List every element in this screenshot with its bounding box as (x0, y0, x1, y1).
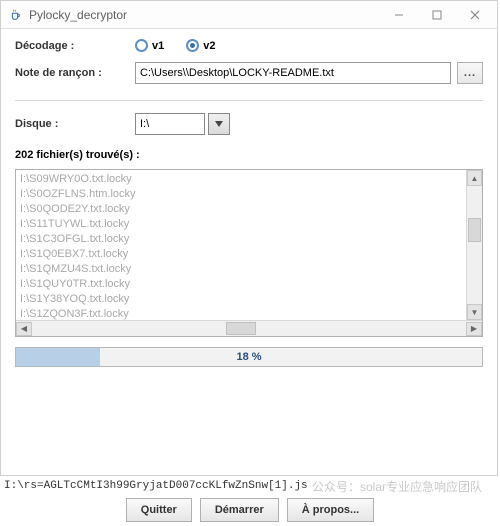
horizontal-scroll-thumb[interactable] (226, 322, 256, 335)
minimize-button[interactable] (381, 4, 417, 26)
progress-bar: 18 % (15, 347, 483, 367)
list-item[interactable]: I:\S1QUY0TR.txt.locky (20, 277, 462, 292)
progress-fill (16, 348, 100, 366)
scroll-right-button[interactable]: ▶ (466, 322, 482, 336)
window-controls (381, 4, 493, 26)
radio-v2-icon (186, 39, 199, 52)
note-path-input[interactable] (135, 62, 451, 84)
chevron-down-icon (215, 121, 223, 127)
decodage-row: Décodage : v1 v2 (15, 39, 483, 52)
separator (15, 100, 483, 101)
list-item[interactable]: I:\S1QMZU4S.txt.locky (20, 262, 462, 277)
vertical-scrollbar[interactable]: ▲ ▼ (466, 170, 482, 320)
files-listbox[interactable]: I:\S09WRY0O.txt.locky I:\S0OZFLNS.htm.lo… (15, 169, 483, 337)
list-item[interactable]: I:\S0QODE2Y.txt.locky (20, 202, 462, 217)
list-item[interactable]: I:\S0OZFLNS.htm.locky (20, 187, 462, 202)
note-label: Note de rançon : (15, 67, 135, 79)
status-line: I:\rs=AGLTcCMtI3h99GryjatD007ccKLfwZnSnw… (0, 476, 500, 496)
titlebar: Pylocky_decryptor (1, 1, 497, 29)
radio-v2-label: v2 (203, 40, 215, 52)
files-found-label: 202 fichier(s) trouvé(s) : (15, 149, 483, 161)
note-row: Note de rançon : ... (15, 62, 483, 84)
disk-combo-arrow[interactable] (208, 113, 230, 135)
window-title: Pylocky_decryptor (29, 8, 381, 22)
list-item[interactable]: I:\S11TUYWL.txt.locky (20, 217, 462, 232)
start-button[interactable]: Démarrer (200, 498, 279, 522)
files-list-content: I:\S09WRY0O.txt.locky I:\S0OZFLNS.htm.lo… (16, 170, 466, 320)
scroll-up-button[interactable]: ▲ (467, 170, 482, 186)
disk-combo[interactable]: I:\ (135, 113, 230, 135)
quit-button[interactable]: Quitter (126, 498, 192, 522)
disk-combo-value: I:\ (135, 113, 205, 135)
horizontal-scrollbar[interactable]: ◀ ▶ (16, 320, 482, 336)
list-item[interactable]: I:\S1Q0EBX7.txt.locky (20, 247, 462, 262)
close-button[interactable] (457, 4, 493, 26)
java-icon (7, 7, 23, 23)
radio-v1[interactable]: v1 (135, 39, 164, 52)
radio-v1-label: v1 (152, 40, 164, 52)
button-bar: Quitter Démarrer À propos... (0, 496, 500, 526)
app-window: Pylocky_decryptor Décodage : v1 (0, 0, 498, 476)
content-area: Décodage : v1 v2 Note de rançon : ... Di… (1, 29, 497, 475)
browse-button[interactable]: ... (457, 62, 483, 84)
disk-label: Disque : (15, 118, 135, 130)
vertical-scroll-thumb[interactable] (468, 218, 481, 242)
list-item[interactable]: I:\S1Y38YOQ.txt.locky (20, 292, 462, 307)
scroll-down-button[interactable]: ▼ (467, 304, 482, 320)
list-item[interactable]: I:\S1C3OFGL.txt.locky (20, 232, 462, 247)
maximize-button[interactable] (419, 4, 455, 26)
about-button[interactable]: À propos... (287, 498, 374, 522)
version-radio-group: v1 v2 (135, 39, 216, 52)
decodage-label: Décodage : (15, 40, 135, 52)
list-item[interactable]: I:\S09WRY0O.txt.locky (20, 172, 462, 187)
radio-v1-icon (135, 39, 148, 52)
list-item[interactable]: I:\S1ZQON3F.txt.locky (20, 307, 462, 320)
scroll-left-button[interactable]: ◀ (16, 322, 32, 336)
radio-v2[interactable]: v2 (186, 39, 215, 52)
progress-text: 18 % (236, 351, 261, 363)
disk-row: Disque : I:\ (15, 113, 483, 135)
